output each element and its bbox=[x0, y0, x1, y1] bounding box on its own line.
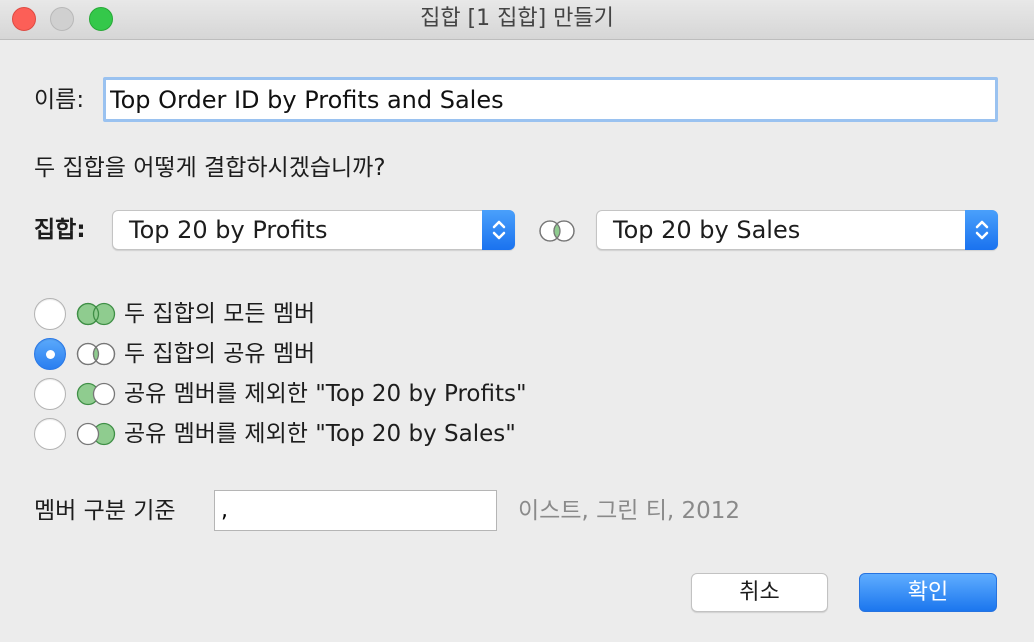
cancel-button[interactable]: 취소 bbox=[691, 573, 828, 612]
left-set-chevrons-icon bbox=[482, 210, 515, 250]
option-all-members-radio[interactable] bbox=[34, 298, 66, 330]
option-left-except-radio[interactable] bbox=[34, 378, 66, 410]
separator-example: 이스트, 그린 티, 2012 bbox=[518, 498, 741, 524]
separator-input[interactable] bbox=[214, 490, 497, 531]
name-label: 이름: bbox=[34, 87, 85, 113]
option-all-members-label[interactable]: 두 집합의 모든 멤버 bbox=[124, 299, 315, 329]
union-icon bbox=[76, 302, 116, 326]
right-set-chevrons-icon bbox=[965, 210, 998, 250]
combine-question: 두 집합을 어떻게 결합하시겠습니까? bbox=[34, 155, 386, 181]
window-title: 집합 [1 집합] 만들기 bbox=[420, 6, 614, 31]
intersection-icon bbox=[76, 342, 116, 366]
right-set-select[interactable]: Top 20 by Sales bbox=[596, 210, 998, 250]
right-set-value: Top 20 by Sales bbox=[613, 216, 801, 244]
option-shared-members-radio[interactable] bbox=[34, 338, 66, 370]
right-except-icon bbox=[76, 422, 116, 446]
option-right-except-radio[interactable] bbox=[34, 418, 66, 450]
ok-button[interactable]: 확인 bbox=[859, 573, 997, 612]
option-left-except-label[interactable]: 공유 멤버를 제외한 "Top 20 by Profits" bbox=[124, 379, 527, 409]
title-bar: 집합 [1 집합] 만들기 bbox=[0, 0, 1034, 40]
left-set-select[interactable]: Top 20 by Profits bbox=[112, 210, 515, 250]
left-except-icon bbox=[76, 382, 116, 406]
venn-combine-icon bbox=[539, 220, 575, 242]
sets-label: 집합: bbox=[34, 217, 86, 243]
left-set-value: Top 20 by Profits bbox=[129, 216, 328, 244]
separator-label: 멤버 구분 기준 bbox=[34, 498, 176, 524]
name-input[interactable] bbox=[103, 77, 998, 122]
option-right-except-label[interactable]: 공유 멤버를 제외한 "Top 20 by Sales" bbox=[124, 419, 516, 449]
option-shared-members-label[interactable]: 두 집합의 공유 멤버 bbox=[124, 339, 315, 369]
